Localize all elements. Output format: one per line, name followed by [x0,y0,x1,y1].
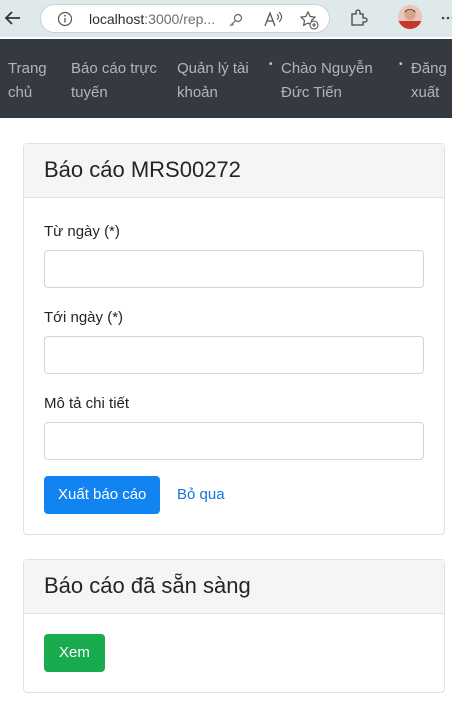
extensions-icon[interactable] [348,8,368,28]
profile-avatar[interactable] [398,5,422,29]
description-label: Mô tả chi tiết [44,395,130,412]
back-arrow-icon[interactable] [2,6,24,30]
view-button[interactable]: Xem [44,634,105,672]
address-bar[interactable]: localhost:3000/rep... [40,4,330,33]
from-date-label: Từ ngày (*) [44,223,120,240]
nav-item-online-reports[interactable]: Báo cáo trực tuyến [71,57,171,105]
report-ready-title: Báo cáo đã sẵn sàng [44,573,251,598]
main-navbar: Trang chủ Báo cáo trực tuyến Quản lý tài… [0,39,452,118]
more-options-icon[interactable] [440,10,452,26]
from-date-input[interactable] [44,250,424,288]
description-input[interactable] [44,422,424,460]
key-icon[interactable] [227,11,245,29]
url-host: localhost [89,11,145,27]
nav-item-logout[interactable]: Đăng xuất [399,53,452,105]
url-text: localhost:3000/rep... [89,11,215,27]
report-ready-header: Báo cáo đã sẵn sàng [24,560,444,614]
url-path: :3000/rep... [144,11,216,27]
read-aloud-icon[interactable] [263,10,285,30]
skip-link[interactable]: Bỏ qua [177,486,225,503]
report-form-title: Báo cáo MRS00272 [44,157,241,182]
nav-item-user-greeting[interactable]: Chào Nguyễn Đức Tiến [269,53,391,105]
report-form-header: Báo cáo MRS00272 [24,144,444,198]
export-report-button[interactable]: Xuất báo cáo [44,476,161,514]
add-favorite-icon[interactable] [299,10,319,30]
info-icon[interactable] [57,11,73,27]
report-form-card: Báo cáo MRS00272 Từ ngày (*) Tới ngày (*… [23,143,445,535]
report-ready-card: Báo cáo đã sẵn sàng Xem [23,559,445,693]
nav-item-account-management[interactable]: Quản lý tài khoản [177,57,267,105]
browser-toolbar: localhost:3000/rep... [0,0,452,37]
nav-item-home[interactable]: Trang chủ [8,57,58,105]
to-date-label: Tới ngày (*) [44,309,124,326]
to-date-input[interactable] [44,336,424,374]
